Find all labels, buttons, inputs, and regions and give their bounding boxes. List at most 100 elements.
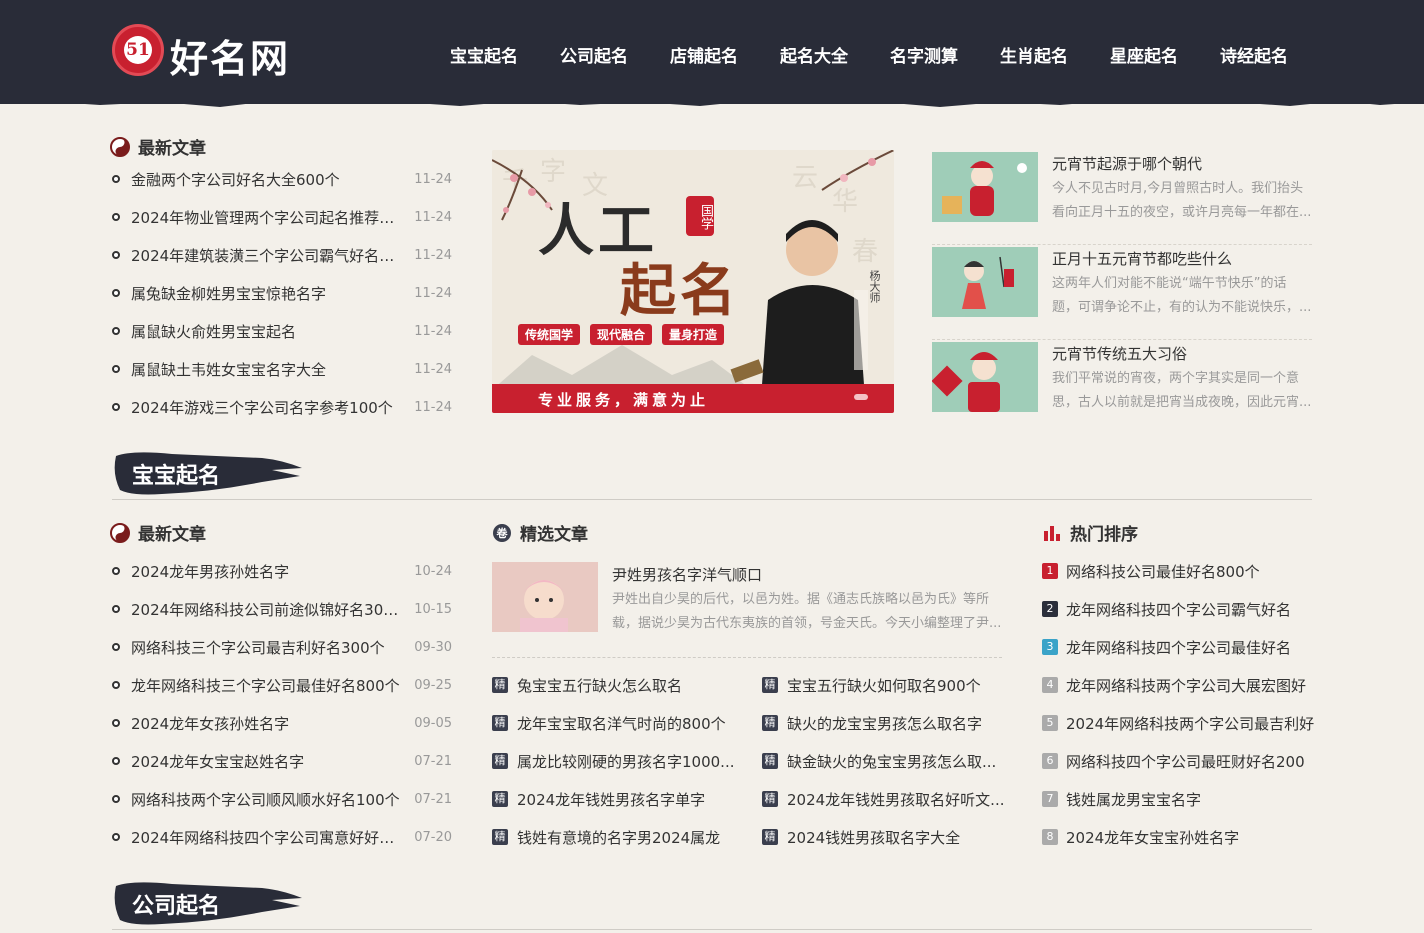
news-title[interactable]: 元宵节传统五大习俗 xyxy=(1052,343,1312,364)
list-item[interactable]: 2024年建筑装潢三个字公司霸气好名1... 11-24 xyxy=(112,236,452,274)
nav-item-shop[interactable]: 店铺起名 xyxy=(670,42,780,67)
rank-title[interactable]: 网络科技公司最佳好名800个 xyxy=(1066,561,1260,582)
article-title[interactable]: 网络科技两个字公司顺风顺水好名100个 xyxy=(131,789,402,810)
nav-item-zodiac[interactable]: 生肖起名 xyxy=(1000,42,1110,67)
article-date: 07-20 xyxy=(414,829,452,845)
news-item[interactable]: 元宵节传统五大习俗 我们平常说的宵夜，两个字其实是同一个意思，古人以前就是把宵当… xyxy=(932,340,1312,435)
article-title[interactable]: 网络科技三个字公司最吉利好名300个 xyxy=(131,637,402,658)
article-title[interactable]: 宝宝五行缺火如何取名900个 xyxy=(787,675,981,696)
list-item[interactable]: 精缺火的龙宝宝男孩怎么取名字 xyxy=(762,704,1007,742)
list-item[interactable]: 2024年网络科技公司前途似锦好名300个 10-15 xyxy=(112,590,452,628)
list-item[interactable]: 2024年游戏三个字公司名字参考100个 11-24 xyxy=(112,388,452,426)
nav-item-company[interactable]: 公司起名 xyxy=(560,42,670,67)
rank-title[interactable]: 2024年网络科技两个字公司最吉利好 xyxy=(1066,713,1314,734)
list-item[interactable]: 精缺金缺火的兔宝宝男孩怎么取... xyxy=(762,742,1007,780)
site-logo[interactable]: 51 好名网 xyxy=(112,24,292,81)
list-item[interactable]: 精属龙比较刚硬的男孩名字1000... xyxy=(492,742,742,780)
nav-item-baby[interactable]: 宝宝起名 xyxy=(450,42,560,67)
article-title[interactable]: 龙年宝宝取名洋气时尚的800个 xyxy=(517,713,726,734)
article-title[interactable]: 2024龙年女宝宝赵姓名字 xyxy=(131,751,402,772)
list-item[interactable]: 2024年物业管理两个字公司起名推荐2... 11-24 xyxy=(112,198,452,236)
list-item[interactable]: 2024龙年女孩孙姓名字 09-05 xyxy=(112,704,452,742)
rank-title[interactable]: 2024龙年女宝宝孙姓名字 xyxy=(1066,827,1239,848)
list-item[interactable]: 2024龙年女宝宝赵姓名字 07-21 xyxy=(112,742,452,780)
list-item[interactable]: 金融两个字公司好名大全600个 11-24 xyxy=(112,160,452,198)
article-title[interactable]: 2024年网络科技四个字公司寓意好好名... xyxy=(131,827,402,848)
rank-item[interactable]: 5 2024年网络科技两个字公司最吉利好 xyxy=(1042,704,1314,742)
rank-item[interactable]: 4 龙年网络科技两个字公司大展宏图好 xyxy=(1042,666,1314,704)
logo-badge-number: 51 xyxy=(124,36,152,64)
promo-banner[interactable]: 千字文 云华春 人工 起名 国学 杨大师 传统国学 现代融合 量身打造 专业服务… xyxy=(492,150,894,413)
svg-text:华: 华 xyxy=(832,187,858,217)
article-title[interactable]: 缺火的龙宝宝男孩怎么取名字 xyxy=(787,713,982,734)
article-title[interactable]: 龙年网络科技三个字公司最佳好名800个 xyxy=(131,675,402,696)
rank-title[interactable]: 钱姓属龙男宝宝名字 xyxy=(1066,789,1201,810)
rank-item[interactable]: 1 网络科技公司最佳好名800个 xyxy=(1042,552,1314,590)
list-item[interactable]: 属兔缺金柳姓男宝宝惊艳名字 11-24 xyxy=(112,274,452,312)
featured-tag-icon: 精 xyxy=(492,829,508,845)
list-item[interactable]: 2024年网络科技四个字公司寓意好好名... 07-20 xyxy=(112,818,452,856)
article-title[interactable]: 钱姓有意境的名字男2024属龙 xyxy=(517,827,720,848)
article-title[interactable]: 2024年网络科技公司前途似锦好名300个 xyxy=(131,599,402,620)
list-item[interactable]: 精兔宝宝五行缺火怎么取名 xyxy=(492,666,742,704)
article-title[interactable]: 2024龙年女孩孙姓名字 xyxy=(131,713,402,734)
featured-tag-icon: 精 xyxy=(492,753,508,769)
list-item[interactable]: 精 2024龙年钱姓男孩取名好听文... xyxy=(762,780,1007,818)
list-item[interactable]: 精龙年宝宝取名洋气时尚的800个 xyxy=(492,704,742,742)
news-item[interactable]: 元宵节起源于哪个朝代 今人不见古时月,今月曾照古时人。我们抬头看向正月十五的夜空… xyxy=(932,150,1312,245)
article-date: 10-24 xyxy=(414,563,452,579)
list-item[interactable]: 网络科技三个字公司最吉利好名300个 09-30 xyxy=(112,628,452,666)
list-item[interactable]: 网络科技两个字公司顺风顺水好名100个 07-21 xyxy=(112,780,452,818)
list-item[interactable]: 2024龙年男孩孙姓名字 10-24 xyxy=(112,552,452,590)
rank-item[interactable]: 6 网络科技四个字公司最旺财好名200 xyxy=(1042,742,1314,780)
list-item[interactable]: 精 2024龙年钱姓男孩名字单字 xyxy=(492,780,742,818)
featured-main-article[interactable]: 尹姓男孩名字洋气顺口 尹姓出自少昊的后代，以邑为姓。据《通志氏族略以邑为氏》等所… xyxy=(492,562,1002,658)
article-title[interactable]: 2024年建筑装潢三个字公司霸气好名1... xyxy=(131,245,402,266)
article-date: 11-24 xyxy=(414,399,452,415)
nav-item-poetry[interactable]: 诗经起名 xyxy=(1220,42,1330,67)
rank-title[interactable]: 网络科技四个字公司最旺财好名200 xyxy=(1066,751,1305,772)
bullet-icon xyxy=(112,795,120,803)
nav-item-constellation[interactable]: 星座起名 xyxy=(1110,42,1220,67)
article-title[interactable]: 缺金缺火的兔宝宝男孩怎么取... xyxy=(787,751,996,772)
article-title[interactable]: 属鼠缺土韦姓女宝宝名字大全 xyxy=(131,359,402,380)
rank-item[interactable]: 3 龙年网络科技四个字公司最佳好名 xyxy=(1042,628,1314,666)
list-item[interactable]: 精钱姓有意境的名字男2024属龙 xyxy=(492,818,742,856)
article-title[interactable]: 兔宝宝五行缺火怎么取名 xyxy=(517,675,682,696)
rank-item[interactable]: 7 钱姓属龙男宝宝名字 xyxy=(1042,780,1314,818)
list-item[interactable]: 龙年网络科技三个字公司最佳好名800个 09-25 xyxy=(112,666,452,704)
article-title[interactable]: 属龙比较刚硬的男孩名字1000... xyxy=(517,751,734,772)
bullet-icon xyxy=(112,327,120,335)
article-title[interactable]: 2024龙年男孩孙姓名字 xyxy=(131,561,402,582)
carousel-indicator[interactable] xyxy=(854,394,868,400)
rank-title[interactable]: 龙年网络科技四个字公司霸气好名 xyxy=(1066,599,1291,620)
rank-title[interactable]: 龙年网络科技两个字公司大展宏图好 xyxy=(1066,675,1306,696)
article-title[interactable]: 2024钱姓男孩取名字大全 xyxy=(787,827,960,848)
rank-number: 8 xyxy=(1042,829,1058,845)
article-title[interactable]: 金融两个字公司好名大全600个 xyxy=(131,169,402,190)
list-item[interactable]: 精宝宝五行缺火如何取名900个 xyxy=(762,666,1007,704)
hot-ranking-list: 1 网络科技公司最佳好名800个 2 龙年网络科技四个字公司霸气好名 3 龙年网络科技… xyxy=(1042,552,1314,856)
article-title[interactable]: 属鼠缺火俞姓男宝宝起名 xyxy=(131,321,402,342)
article-title[interactable]: 2024年游戏三个字公司名字参考100个 xyxy=(131,397,402,418)
news-item[interactable]: 正月十五元宵节都吃些什么 这两年人们对能不能说“端午节快乐”的话题，可谓争论不止… xyxy=(932,245,1312,340)
rank-item[interactable]: 2 龙年网络科技四个字公司霸气好名 xyxy=(1042,590,1314,628)
article-date: 11-24 xyxy=(414,209,452,225)
article-title[interactable]: 2024龙年钱姓男孩名字单字 xyxy=(517,789,705,810)
nav-item-names[interactable]: 起名大全 xyxy=(780,42,890,67)
article-title[interactable]: 属兔缺金柳姓男宝宝惊艳名字 xyxy=(131,283,402,304)
article-title[interactable]: 2024龙年钱姓男孩取名好听文... xyxy=(787,789,1004,810)
rank-title[interactable]: 龙年网络科技四个字公司最佳好名 xyxy=(1066,637,1291,658)
list-item[interactable]: 属鼠缺土韦姓女宝宝名字大全 11-24 xyxy=(112,350,452,388)
nav-item-test[interactable]: 名字测算 xyxy=(890,42,1000,67)
article-title[interactable]: 2024年物业管理两个字公司起名推荐2... xyxy=(131,207,402,228)
list-item[interactable]: 属鼠缺火俞姓男宝宝起名 11-24 xyxy=(112,312,452,350)
featured-title[interactable]: 尹姓男孩名字洋气顺口 xyxy=(612,564,1002,585)
rank-item[interactable]: 8 2024龙年女宝宝孙姓名字 xyxy=(1042,818,1314,856)
article-date: 09-05 xyxy=(414,715,452,731)
news-title[interactable]: 正月十五元宵节都吃些什么 xyxy=(1052,248,1312,269)
news-title[interactable]: 元宵节起源于哪个朝代 xyxy=(1052,153,1312,174)
featured-heading: 卷 精选文章 xyxy=(492,520,588,545)
section-divider xyxy=(112,499,1312,500)
list-item[interactable]: 精 2024钱姓男孩取名字大全 xyxy=(762,818,1007,856)
